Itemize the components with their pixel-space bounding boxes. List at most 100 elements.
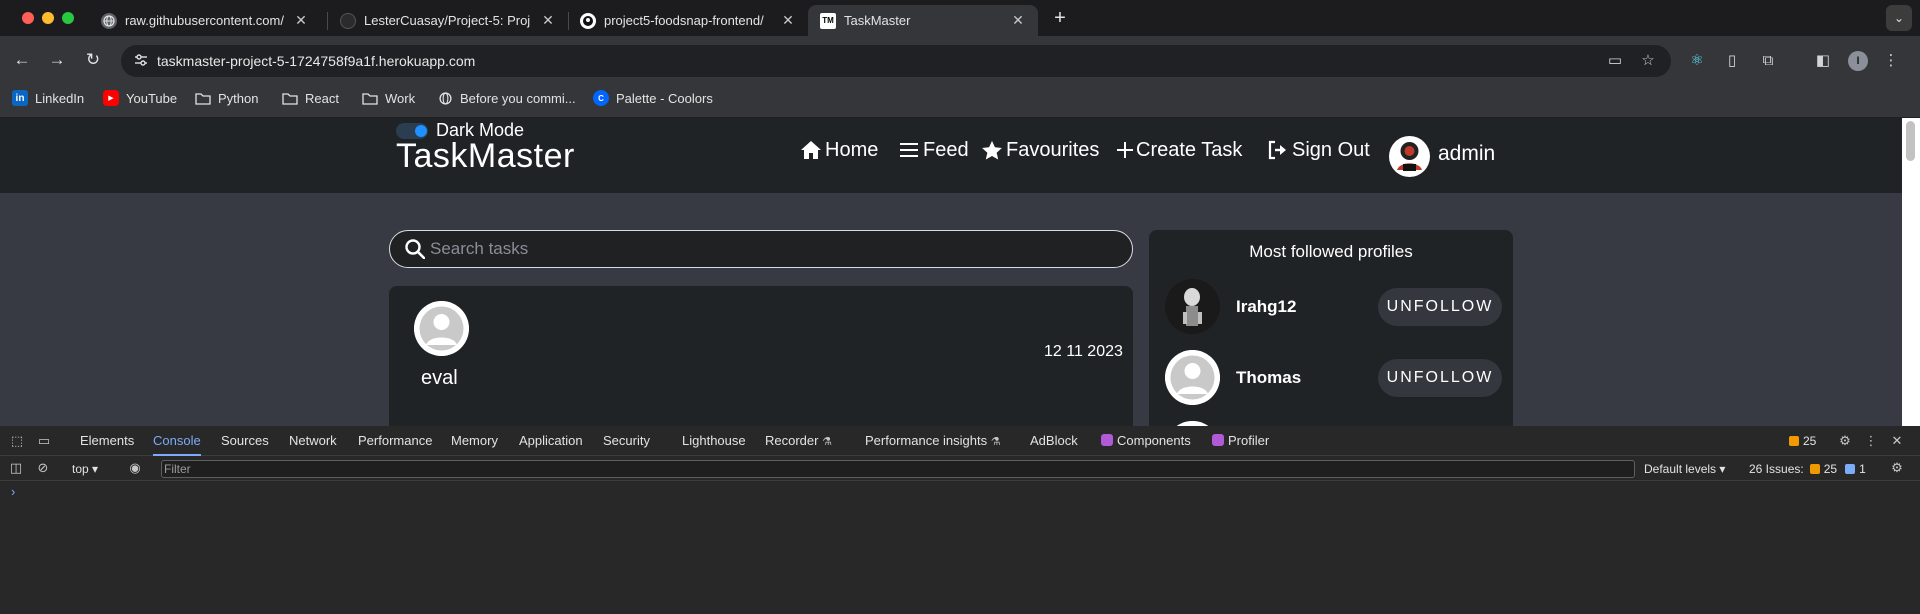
bookmark-work[interactable]: Work — [362, 89, 415, 107]
maximize-window-button[interactable] — [62, 12, 74, 24]
sign-out-icon — [1266, 138, 1290, 162]
search-icon — [405, 239, 426, 260]
unfollow-button[interactable]: UNFOLLOW — [1378, 288, 1502, 326]
inspect-element-icon[interactable]: ⬚ — [8, 432, 26, 450]
context-selector[interactable]: top ▾ — [72, 459, 98, 479]
devtools-tab-security[interactable]: Security — [603, 426, 650, 456]
issues-summary[interactable]: 26 Issues: 25 1 — [1749, 459, 1866, 479]
user-name[interactable]: admin — [1438, 140, 1495, 168]
close-window-button[interactable] — [22, 12, 34, 24]
bookmark-label: Palette - Coolors — [616, 90, 713, 106]
devtools-tab-lighthouse[interactable]: Lighthouse — [682, 426, 746, 456]
tab-taskmaster[interactable]: TM TaskMaster ✕ — [808, 5, 1038, 36]
coolors-icon: C — [593, 90, 609, 106]
extensions-puzzle-icon[interactable]: ⧉ — [1758, 51, 1778, 71]
devtools-tab-performance-insights[interactable]: Performance insights ⚗ — [865, 426, 1001, 456]
bookmark-before-you-commit[interactable]: Before you commi... — [437, 89, 576, 107]
scrollbar-thumb[interactable] — [1906, 121, 1915, 161]
profile-name[interactable]: Irahg12 — [1236, 296, 1296, 318]
log-levels-dropdown[interactable]: Default levels ▾ — [1644, 459, 1725, 479]
devtools-tab-application[interactable]: Application — [519, 426, 583, 456]
devtools-tab-adblock[interactable]: AdBlock — [1030, 426, 1078, 456]
task-card[interactable] — [389, 286, 1133, 426]
tab-foodsnap-frontend[interactable]: project5-foodsnap-frontend/ ✕ — [568, 5, 808, 36]
tab-label: Profiler — [1228, 433, 1270, 448]
device-icon[interactable]: ▯ — [1722, 51, 1742, 71]
back-arrow-icon[interactable]: ← — [10, 48, 34, 72]
bookmark-star-icon[interactable]: ☆ — [1639, 52, 1657, 70]
profile-avatar-thomas[interactable] — [1165, 350, 1220, 405]
bookmark-label: React — [305, 90, 339, 106]
unfollow-button[interactable]: UNFOLLOW — [1378, 359, 1502, 397]
nav-home[interactable]: Home — [799, 136, 878, 164]
close-tab-icon[interactable]: ✕ — [293, 12, 309, 29]
devtools-tab-recorder[interactable]: Recorder ⚗ — [765, 426, 832, 456]
warning-icon — [1789, 436, 1799, 446]
taskmaster-favicon: TM — [820, 12, 836, 29]
site-brand[interactable]: TaskMaster — [396, 134, 575, 178]
url-text[interactable]: taskmaster-project-5-1724758f9a1f.heroku… — [157, 52, 475, 70]
devtools-tab-elements[interactable]: Elements — [80, 426, 134, 456]
react-devtools-extension-icon[interactable]: ⚛ — [1687, 51, 1707, 71]
tab-label: Performance insights — [865, 433, 988, 448]
tab-project5-repo[interactable]: LesterCuasay/Project-5: Proj ✕ — [328, 5, 568, 36]
devtools-tab-network[interactable]: Network — [289, 426, 337, 456]
bookmark-youtube[interactable]: ▶ YouTube — [103, 89, 177, 107]
profile-name[interactable]: Thomas — [1236, 367, 1301, 389]
nav-sign-out[interactable]: Sign Out — [1266, 136, 1370, 164]
tab-search-button[interactable]: ⌄ — [1886, 5, 1912, 31]
close-devtools-icon[interactable]: ✕ — [1888, 432, 1906, 450]
nav-favourites[interactable]: Favourites — [980, 136, 1099, 164]
console-prompt[interactable]: › — [11, 484, 15, 499]
install-app-icon[interactable]: ▭ — [1606, 52, 1624, 70]
reload-icon[interactable]: ↻ — [81, 48, 105, 72]
nav-create-task[interactable]: Create Task — [1116, 136, 1242, 164]
new-tab-button[interactable]: + — [1048, 7, 1072, 31]
more-options-icon[interactable]: ⋮ — [1862, 432, 1880, 450]
tab-title: LesterCuasay/Project-5: Proj — [364, 13, 531, 28]
tab-label: Components — [1117, 433, 1191, 448]
close-tab-icon[interactable]: ✕ — [540, 12, 556, 29]
web-page: Dark Mode TaskMaster Home Feed Favourite… — [0, 118, 1920, 426]
console-settings-icon[interactable]: ⚙ — [1888, 459, 1906, 477]
info-icon — [1845, 464, 1856, 474]
issues-label: 26 Issues: — [1749, 462, 1804, 476]
bookmark-coolors[interactable]: C Palette - Coolors — [593, 89, 713, 107]
nav-feed[interactable]: Feed — [897, 136, 969, 164]
side-panel-icon[interactable]: ◧ — [1813, 51, 1833, 71]
device-toolbar-icon[interactable]: ▭ — [35, 432, 53, 450]
eye-icon[interactable]: ◉ — [126, 459, 144, 477]
tab-title: project5-foodsnap-frontend/ — [604, 13, 764, 28]
clear-console-icon[interactable]: ⊘ — [34, 459, 52, 477]
bookmark-python[interactable]: Python — [195, 89, 258, 107]
devtools-tab-console[interactable]: Console — [153, 426, 201, 456]
bookmark-linkedin[interactable]: in LinkedIn — [12, 89, 84, 107]
bookmark-react[interactable]: React — [282, 89, 339, 107]
devtools-tab-memory[interactable]: Memory — [451, 426, 498, 456]
settings-gear-icon[interactable]: ⚙ — [1836, 432, 1854, 450]
issues-count: 25 — [1803, 434, 1817, 448]
task-author-avatar[interactable] — [414, 301, 469, 356]
page-scrollbar[interactable] — [1902, 118, 1920, 426]
profile-avatar[interactable]: I — [1848, 51, 1868, 71]
tab-raw-github[interactable]: raw.githubusercontent.com/ ✕ — [89, 5, 321, 36]
forward-arrow-icon[interactable]: → — [45, 48, 69, 72]
devtools-tab-performance[interactable]: Performance — [358, 426, 432, 456]
site-settings-icon[interactable] — [133, 53, 149, 69]
issues-count-badge[interactable]: 25 — [1789, 432, 1816, 450]
user-avatar[interactable] — [1389, 136, 1430, 177]
search-input[interactable] — [430, 231, 1120, 267]
chrome-menu-icon[interactable]: ⋮ — [1881, 51, 1901, 71]
task-date: 12 11 2023 — [1044, 343, 1123, 360]
devtools-tab-sources[interactable]: Sources — [221, 426, 269, 456]
devtools-tab-profiler[interactable]: Profiler — [1212, 426, 1269, 456]
youtube-icon: ▶ — [103, 90, 119, 106]
task-author[interactable]: eval — [421, 365, 458, 391]
close-tab-icon[interactable]: ✕ — [1010, 12, 1026, 29]
minimize-window-button[interactable] — [42, 12, 54, 24]
devtools-tab-components[interactable]: Components — [1101, 426, 1191, 456]
close-tab-icon[interactable]: ✕ — [780, 12, 796, 29]
sidebar-toggle-icon[interactable]: ◫ — [7, 459, 25, 477]
profile-avatar-irahg12[interactable] — [1165, 279, 1220, 334]
console-filter-input[interactable] — [164, 461, 1624, 477]
